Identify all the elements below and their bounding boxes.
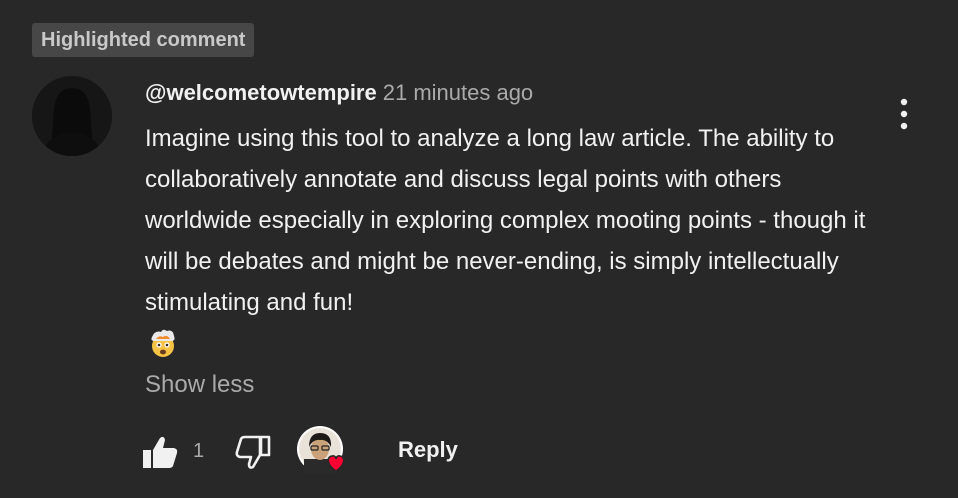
avatar-silhouette-icon bbox=[32, 76, 112, 156]
more-options-button[interactable] bbox=[890, 96, 918, 132]
author-handle[interactable]: @welcometowtempire bbox=[145, 80, 377, 105]
comment-text: Imagine using this tool to analyze a lon… bbox=[145, 125, 866, 316]
comment-header: @welcometowtempire 21 minutes ago bbox=[145, 79, 533, 110]
highlighted-comment-badge: Highlighted comment bbox=[32, 23, 255, 57]
show-less-link[interactable]: Show less bbox=[145, 369, 254, 401]
exploding-head-emoji bbox=[147, 327, 179, 359]
thumb-up-icon bbox=[143, 436, 178, 468]
creator-heart-badge bbox=[296, 425, 352, 477]
like-count: 1 bbox=[193, 440, 205, 462]
dislike-button[interactable] bbox=[233, 432, 273, 472]
more-vertical-icon bbox=[900, 98, 908, 130]
author-avatar[interactable] bbox=[32, 76, 112, 156]
thumb-down-icon bbox=[235, 435, 271, 469]
like-button[interactable] bbox=[140, 432, 180, 472]
comment-timestamp[interactable]: 21 minutes ago bbox=[383, 80, 533, 105]
reply-button[interactable]: Reply bbox=[386, 430, 470, 470]
